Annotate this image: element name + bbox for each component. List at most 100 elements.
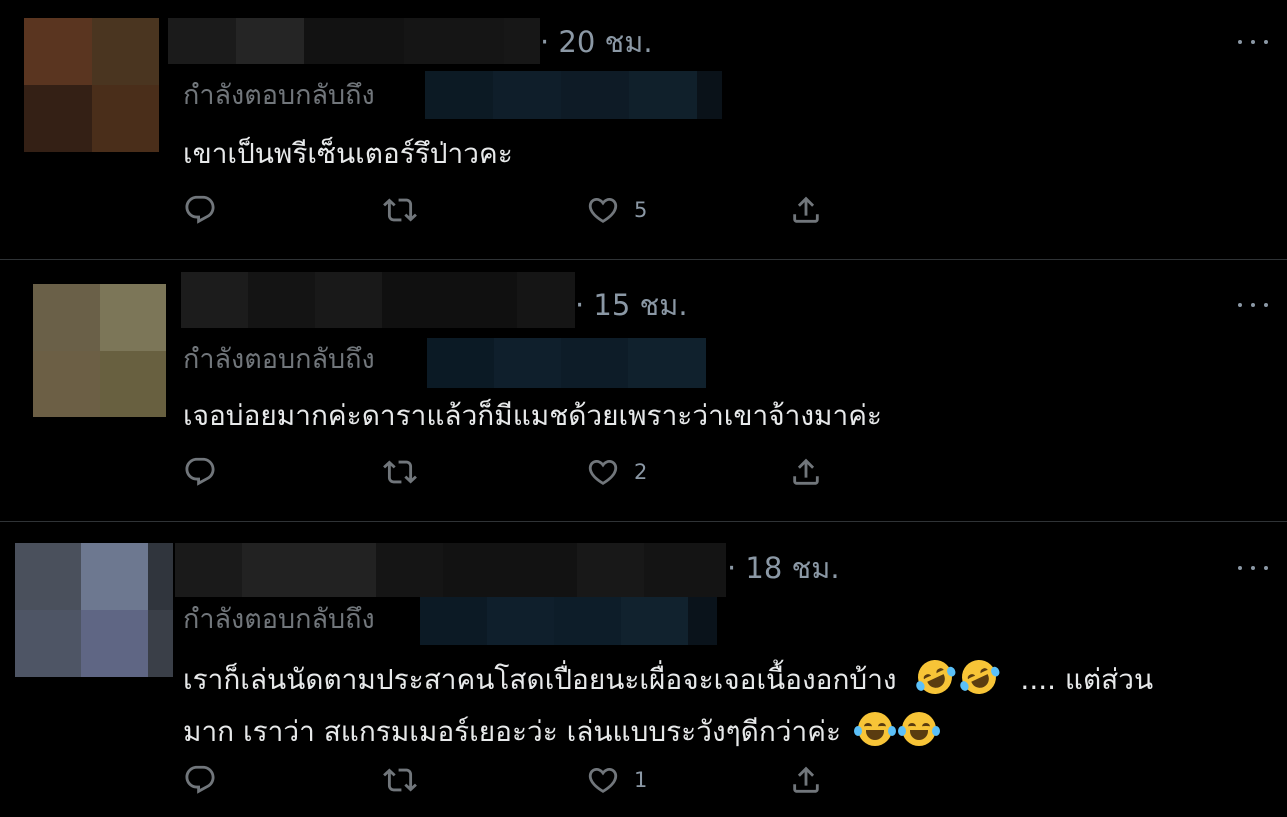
redaction-block — [304, 18, 404, 64]
tweet-3[interactable]: · 18 ชม. กำลังตอบกลับถึง เราก็เล่นนัดตาม… — [0, 522, 1287, 817]
tweet-text-line: เขาเป็นพรีเซ็นเตอร์รึป่าวคะ — [183, 137, 513, 170]
tweet-text-line: เราก็เล่นนัดตามประสาคนโสดเปื่อยนะเผื่อจะ… — [183, 654, 1153, 706]
display-name-redacted[interactable] — [168, 18, 540, 64]
reply-handle-redacted[interactable] — [420, 597, 717, 645]
redaction-block — [517, 272, 575, 328]
like-count: 2 — [634, 460, 648, 484]
reply-button[interactable] — [183, 190, 217, 230]
like-icon — [588, 767, 618, 793]
redaction-block — [242, 543, 376, 597]
redaction-block — [688, 597, 717, 645]
reply-button[interactable] — [183, 760, 217, 800]
redaction-block — [577, 543, 644, 597]
reply-icon — [185, 765, 215, 794]
like-count: 1 — [634, 768, 648, 792]
redaction-block — [494, 338, 561, 388]
rofl-emoji — [911, 654, 958, 700]
like-button[interactable]: 1 — [586, 760, 647, 800]
redaction-block — [561, 71, 629, 119]
redaction-block — [236, 18, 304, 64]
avatar[interactable] — [33, 284, 166, 417]
redaction-block — [554, 597, 621, 645]
redaction-block — [487, 597, 554, 645]
share-icon — [793, 458, 819, 485]
avatar-pixel — [148, 543, 173, 610]
redaction-block — [168, 18, 236, 64]
more-icon[interactable] — [1238, 32, 1268, 52]
action-bar: 5 — [183, 190, 883, 230]
like-icon — [588, 459, 618, 485]
redaction-block — [420, 597, 487, 645]
replying-to-label: กำลังตอบกลับถึง — [183, 344, 375, 375]
retweet-button[interactable] — [383, 452, 417, 492]
tweet-1[interactable]: · 20 ชม. กำลังตอบกลับถึง เขาเป็นพรีเซ็นเ… — [0, 0, 1287, 259]
redaction-block — [248, 272, 315, 328]
avatar-pixel — [15, 610, 81, 677]
avatar-pixel — [148, 610, 173, 677]
reply-handle-redacted[interactable] — [425, 71, 722, 119]
redaction-block — [621, 597, 688, 645]
share-button[interactable] — [789, 760, 823, 800]
retweet-icon — [383, 198, 417, 222]
tweet-text: เขาเป็นพรีเซ็นเตอร์รึป่าวคะ — [183, 128, 513, 180]
redaction-block — [175, 543, 242, 597]
like-icon — [588, 197, 618, 223]
reply-button[interactable] — [183, 452, 217, 492]
replying-to-label: กำลังตอบกลับถึง — [183, 80, 375, 111]
redaction-block — [404, 18, 504, 64]
display-name-redacted[interactable] — [181, 272, 575, 328]
timestamp[interactable]: · 15 ชม. — [575, 285, 688, 325]
tweet-2[interactable]: · 15 ชม. กำลังตอบกลับถึง เจอบ่อยมากค่ะดา… — [0, 260, 1287, 521]
avatar-pixel — [99, 284, 166, 351]
share-icon — [793, 196, 819, 223]
redaction-block — [382, 272, 517, 328]
redaction-block — [376, 543, 443, 597]
reply-handle-redacted[interactable] — [427, 338, 706, 388]
share-button[interactable] — [789, 190, 823, 230]
redaction-block — [628, 338, 706, 388]
retweet-button[interactable] — [383, 190, 417, 230]
tweet-text: เราก็เล่นนัดตามประสาคนโสดเปื่อยนะเผื่อจะ… — [183, 654, 1153, 758]
avatar[interactable] — [24, 18, 159, 152]
share-button[interactable] — [789, 452, 823, 492]
like-button[interactable]: 5 — [586, 190, 647, 230]
joy-emoji — [897, 712, 940, 746]
avatar-pixel — [81, 610, 148, 677]
avatar-pixel — [24, 85, 92, 152]
avatar[interactable] — [15, 543, 173, 677]
avatar-pixel — [81, 543, 148, 610]
action-bar: 2 — [183, 452, 883, 492]
redaction-block — [315, 272, 382, 328]
share-icon — [793, 766, 819, 793]
avatar-pixel — [33, 350, 100, 417]
avatar-pixel — [91, 85, 159, 152]
redaction-block — [644, 543, 726, 597]
retweet-button[interactable] — [383, 760, 417, 800]
reply-icon — [185, 457, 215, 486]
redaction-block — [504, 18, 540, 64]
timestamp[interactable]: · 18 ชม. — [727, 548, 840, 588]
retweet-icon — [383, 460, 417, 484]
more-icon[interactable] — [1238, 295, 1268, 315]
redaction-block — [561, 338, 628, 388]
timestamp[interactable]: · 20 ชม. — [540, 22, 653, 62]
reply-feed: · 20 ชม. กำลังตอบกลับถึง เขาเป็นพรีเซ็นเ… — [0, 0, 1287, 817]
more-icon[interactable] — [1238, 558, 1268, 578]
replying-to-label: กำลังตอบกลับถึง — [183, 604, 375, 635]
redaction-block — [425, 71, 493, 119]
like-button[interactable]: 2 — [586, 452, 647, 492]
tweet-text: เจอบ่อยมากค่ะดาราแล้วก็มีแมชด้วยเพราะว่า… — [183, 390, 882, 442]
tweet-text-segment: เราก็เล่นนัดตามประสาคนโสดเปื่อยนะเผื่อจะ… — [183, 663, 897, 696]
avatar-pixel — [33, 284, 100, 351]
tweet-text-segment: มาก เราว่า สแกรมเมอร์เยอะว่ะ เล่นแบบระวั… — [183, 715, 841, 748]
tweet-text-line: มาก เราว่า สแกรมเมอร์เยอะว่ะ เล่นแบบระวั… — [183, 706, 1153, 758]
tweet-text-line: เจอบ่อยมากค่ะดาราแล้วก็มีแมชด้วยเพราะว่า… — [183, 399, 882, 432]
avatar-pixel — [24, 18, 92, 85]
redaction-block — [629, 71, 697, 119]
like-count: 5 — [634, 198, 648, 222]
redaction-block — [181, 272, 248, 328]
display-name-redacted[interactable] — [175, 543, 726, 597]
joy-emoji — [853, 712, 896, 746]
tweet-text-segment: .... แต่ส่วน — [1020, 663, 1154, 696]
avatar-pixel — [91, 18, 159, 85]
